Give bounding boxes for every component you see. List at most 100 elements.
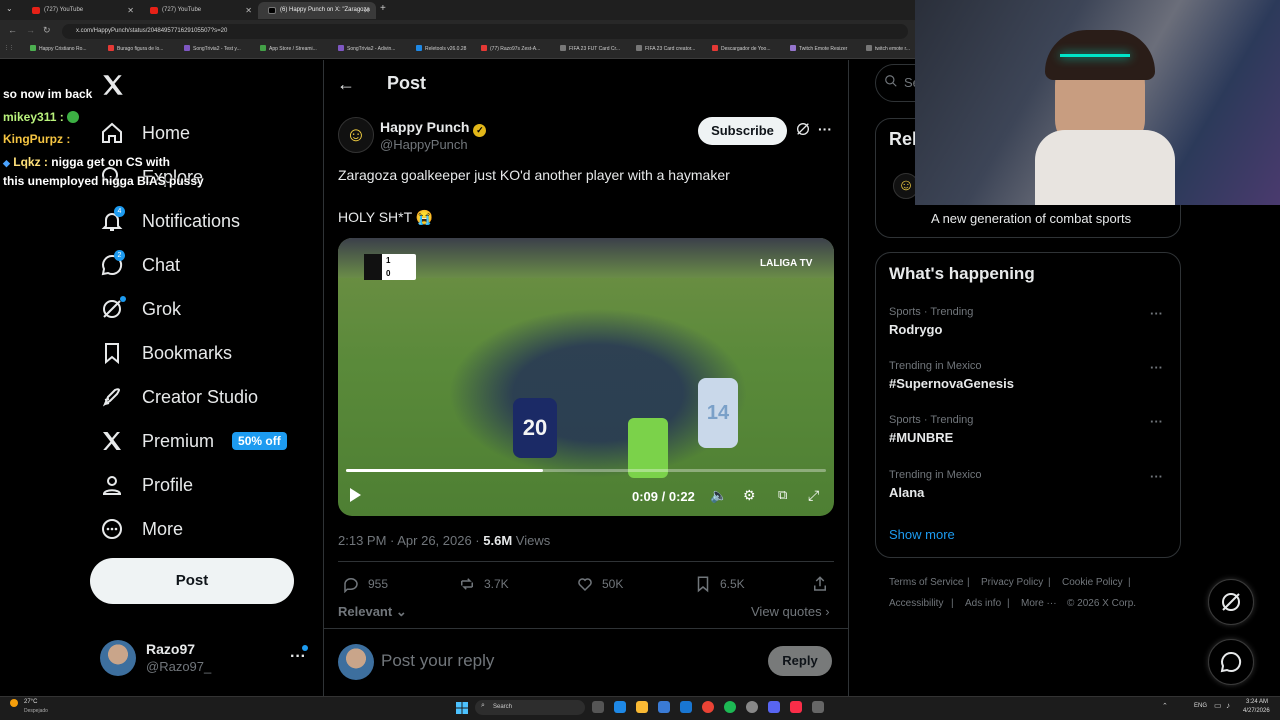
play-icon[interactable] [350,488,361,502]
file-explorer-icon[interactable] [636,701,648,713]
post-button[interactable]: Post [90,558,294,604]
app-icon[interactable] [812,701,824,713]
nav-premium[interactable]: Premium 50% off [100,423,287,459]
author-name[interactable]: Happy Punch ✓ [380,119,487,137]
taskbar-search[interactable]: Search [475,700,585,715]
show-more-link[interactable]: Show more [889,527,955,542]
fullscreen-icon[interactable]: ⤢ [808,487,819,504]
new-tab-icon[interactable]: + [380,3,386,14]
obs-icon[interactable] [746,701,758,713]
browser-tab[interactable]: (727) YouTube ✕ [140,2,258,19]
nav-grok[interactable]: Grok [100,291,181,327]
bookmark-item[interactable]: Reletools v26.0.28 [416,45,466,52]
address-bar[interactable]: x.com/HappyPunch/status/2048495771629105… [62,24,908,39]
reply-button[interactable]: Reply [768,646,832,676]
bookmark-item[interactable]: Burago figura de lo... [108,45,163,52]
store-icon[interactable] [658,701,670,713]
tab-menu-icon[interactable]: ⌄ [6,4,13,13]
author-handle[interactable]: @HappyPunch [380,137,468,152]
mail-icon[interactable] [680,701,692,713]
messages-float-button[interactable] [1208,639,1254,685]
music-icon[interactable] [790,701,802,713]
bookmark-item[interactable]: Happy Cristiano Ro... [30,45,87,52]
footer-link[interactable]: Cookie Policy [1062,577,1123,588]
language-indicator[interactable]: ENG [1194,703,1207,709]
apps-icon[interactable]: ⋮⋮ [4,45,14,51]
picture-in-picture-icon[interactable]: ⧉ [778,487,787,503]
nav-chat[interactable]: Chat [100,247,180,283]
bookmark-item[interactable]: SongTrivia2 - Adivin... [338,45,395,52]
more-dots-icon[interactable]: ··· [1150,414,1163,429]
share-action[interactable] [811,575,829,593]
windows-start-icon[interactable] [456,701,468,714]
close-icon[interactable]: ✕ [363,2,370,19]
author-avatar[interactable]: ☺ [338,117,374,153]
browser-tab[interactable]: (727) YouTube ✕ [22,2,140,19]
volume-icon[interactable]: ♪ [1226,701,1230,710]
trend-item[interactable]: Trending in Mexico #SupernovaGenesis [889,360,1014,391]
nav-creator-studio[interactable]: Creator Studio [100,379,258,415]
back-icon[interactable]: ← [8,25,17,35]
footer-more-link[interactable]: More ··· [1021,598,1057,609]
settings-gear-icon[interactable]: ⚙ [743,487,756,504]
subscribe-button[interactable]: Subscribe [698,117,787,145]
bookmark-item[interactable]: Descargador de Yoo... [712,45,770,52]
grok-float-button[interactable] [1208,579,1254,625]
back-arrow-icon[interactable]: ← [337,74,355,95]
reply-action[interactable]: 955 [342,575,388,593]
relevant-description: A new generation of combat sports [931,211,1132,226]
browser-tab-active[interactable]: (6) Happy Punch on X: "Zaragoza ✕ [258,2,376,19]
bookmark-item[interactable]: Twitch Emote Resizer [790,45,847,52]
tray-chevron-icon[interactable]: ⌃ [1162,702,1168,710]
video-player[interactable]: 20 14 1 0 LALIGA TV 0:09 / 0:22 🔈 ⚙ ⧉ ⤢ [338,238,834,516]
bookmark-item[interactable]: (77) Razo97s Zest-A... [481,45,540,52]
trend-item[interactable]: Trending in Mexico Alana [889,469,982,500]
bookmark-item[interactable]: FIFA 23 Card creator... [636,45,695,52]
footer-link[interactable]: Terms of Service [889,577,963,588]
edge-icon[interactable] [614,701,626,713]
bookmark-item[interactable]: twitch emote r... [866,45,910,52]
more-dots-icon[interactable]: ··· [818,121,832,137]
close-icon[interactable]: ✕ [127,2,134,19]
account-handle: @Razo97_ [146,659,212,674]
reload-icon[interactable]: ↻ [43,25,51,36]
nav-profile[interactable]: Profile [100,467,193,503]
x-logo-icon[interactable] [100,72,126,103]
chat-message: so now im back [3,87,93,101]
task-view-icon[interactable] [592,701,604,713]
bookmark-item[interactable]: SongTrivia2 - Test y... [184,45,241,52]
relevant-sort-dropdown[interactable]: Relevant ⌄ [338,604,407,620]
nav-more[interactable]: More [100,511,183,547]
close-icon[interactable]: ✕ [245,2,252,19]
nav-bookmarks[interactable]: Bookmarks [100,335,232,371]
volume-icon[interactable]: 🔈 [710,487,727,504]
forward-icon[interactable]: → [26,25,35,35]
video-progress-track[interactable] [346,469,826,472]
footer-link[interactable]: Ads info [965,598,1001,609]
trend-item[interactable]: Sports · Trending Rodrygo [889,306,973,337]
repost-action[interactable]: 3.7K [458,575,509,593]
grok-icon[interactable] [795,121,811,142]
bookmark-action[interactable]: 6.5K [694,575,745,593]
account-switcher[interactable]: Razo97 @Razo97_ ··· [100,640,310,676]
bookmark-item[interactable]: FIFA 23 FUT Card Cr... [560,45,620,52]
trend-item[interactable]: Sports · Trending #MUNBRE [889,414,973,445]
spotify-icon[interactable] [724,701,736,713]
discord-icon[interactable] [768,701,780,713]
footer-link[interactable]: Accessibility [889,598,943,609]
chevron-right-icon: › [821,604,830,619]
reply-input[interactable]: Post your reply [381,651,494,671]
weather-icon[interactable] [10,699,18,707]
bookmark-item[interactable]: App Store / Streami... [260,45,317,52]
footer-link[interactable]: Privacy Policy [981,577,1043,588]
like-action[interactable]: 50K [576,575,623,593]
more-dots-icon[interactable]: ··· [1150,469,1163,484]
chrome-icon[interactable] [702,701,714,713]
more-dots-icon[interactable]: ··· [1150,360,1163,375]
video-progress-fill [346,469,543,472]
nav-home[interactable]: Home [100,115,190,151]
more-dots-icon[interactable]: ··· [1150,306,1163,321]
view-quotes-link[interactable]: View quotes › [751,604,830,619]
player-jersey: 20 [513,398,557,458]
network-icon[interactable]: ▭ [1214,701,1222,710]
